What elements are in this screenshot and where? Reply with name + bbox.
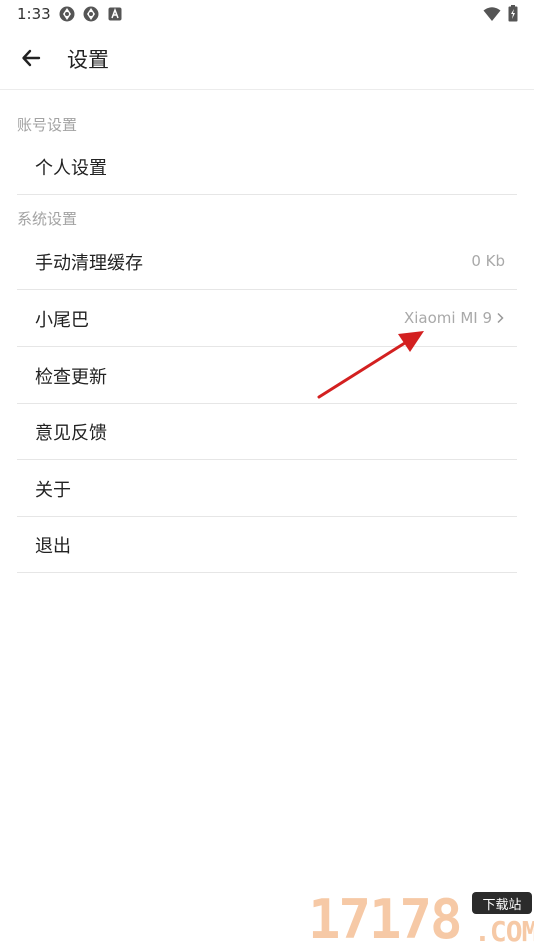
battery-icon: [508, 5, 518, 22]
app-badge-icon: [83, 6, 99, 22]
status-time: 1:33: [17, 5, 51, 23]
settings-item-tail[interactable]: 小尾巴 Xiaomi MI 9: [17, 290, 517, 347]
watermark-logo: 17178 下载站 .COM: [308, 888, 534, 950]
watermark-badge: 下载站: [472, 892, 532, 914]
android-a-icon: [108, 7, 122, 21]
cache-size-value: 0 Kb: [471, 252, 505, 270]
arrow-left-icon: [22, 49, 41, 67]
settings-item-check-update[interactable]: 检查更新: [17, 347, 517, 404]
settings-item-logout[interactable]: 退出: [17, 516, 517, 573]
wifi-icon: [483, 7, 501, 21]
watermark-suffix: .COM: [474, 915, 534, 948]
settings-item-label: 手动清理缓存: [35, 253, 143, 274]
app-bar: 设置: [0, 28, 534, 90]
section-header-system: 系统设置: [17, 210, 78, 228]
settings-item-label: 小尾巴: [35, 310, 89, 331]
settings-item-label: 退出: [35, 536, 71, 557]
settings-item-clear-cache[interactable]: 手动清理缓存 0 Kb: [17, 233, 517, 290]
back-button[interactable]: [16, 42, 48, 74]
settings-item-about[interactable]: 关于: [17, 460, 517, 517]
settings-item-label: 检查更新: [35, 367, 107, 388]
cache-size-text: 0 Kb: [471, 252, 505, 270]
device-name-text: Xiaomi MI 9: [403, 309, 492, 327]
status-bar: 1:33: [0, 0, 534, 28]
watermark-number: 17178: [308, 888, 463, 951]
chevron-right-icon: [497, 312, 504, 324]
page-title: 设置: [67, 48, 109, 72]
device-name-value: Xiaomi MI 9: [404, 309, 505, 327]
settings-item-feedback[interactable]: 意见反馈: [17, 403, 517, 460]
app-badge-icon: [59, 6, 75, 22]
settings-item-label: 意见反馈: [35, 423, 107, 444]
settings-item-label: 关于: [35, 480, 71, 501]
settings-item-label: 个人设置: [35, 158, 107, 179]
settings-item-personal[interactable]: 个人设置: [17, 138, 517, 195]
section-header-account: 账号设置: [17, 116, 78, 134]
